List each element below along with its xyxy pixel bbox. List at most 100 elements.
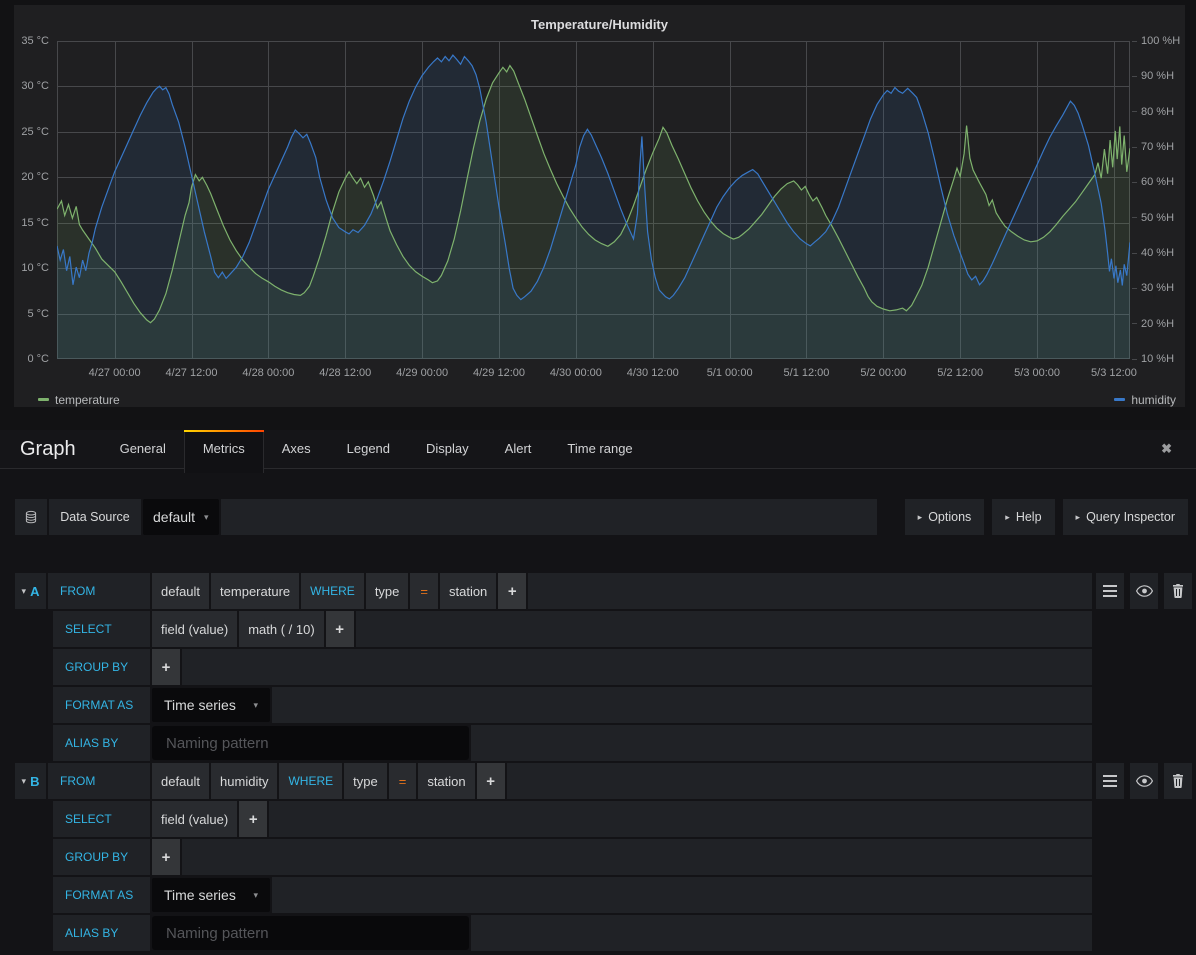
query-part[interactable]: default — [152, 763, 209, 799]
alias-by-input[interactable] — [152, 726, 469, 760]
query-part[interactable]: field (value) — [152, 801, 237, 837]
add-part-button[interactable]: + — [152, 839, 180, 875]
tab-metrics[interactable]: Metrics — [184, 430, 264, 473]
alias-by-input[interactable] — [152, 916, 469, 950]
row-indent — [15, 877, 51, 913]
row-indent — [15, 839, 51, 875]
keyword-label: FORMAT AS — [53, 877, 150, 913]
legend-item-temperature[interactable]: temperature — [38, 393, 120, 407]
legend-color-dash — [38, 398, 49, 401]
triangle-right-icon: ▸ — [918, 512, 923, 523]
y-axis-tick-label: 50 %H — [1132, 212, 1174, 224]
query-part[interactable]: default — [152, 573, 209, 609]
query-keyword-part[interactable]: WHERE — [279, 763, 342, 799]
row-indent — [15, 801, 51, 837]
legend: temperature humidity — [38, 393, 1176, 409]
select-value: Time series — [164, 887, 236, 903]
eye-icon[interactable] — [1130, 573, 1158, 609]
tab-display[interactable]: Display — [408, 430, 487, 468]
legend-color-dash — [1114, 398, 1125, 401]
add-part-button[interactable]: + — [152, 649, 180, 685]
eye-icon[interactable] — [1130, 763, 1158, 799]
x-axis-tick-label: 4/29 12:00 — [457, 367, 541, 379]
query-part[interactable]: station — [418, 763, 474, 799]
panel-type-title: Graph — [0, 430, 102, 468]
button-help[interactable]: ▸Help — [992, 499, 1054, 535]
plot-area[interactable] — [57, 41, 1130, 359]
metrics-editor: Data Source default ▾ ▸Options▸Help▸Quer… — [0, 469, 1196, 955]
y-axis-tick-label: 15 °C — [21, 217, 49, 229]
query-row-line: ALIAS BY — [15, 725, 1092, 761]
button-query-inspector[interactable]: ▸Query Inspector — [1063, 499, 1188, 535]
query-part[interactable]: station — [440, 573, 496, 609]
query-part[interactable]: field (value) — [152, 611, 237, 647]
query-row-line: GROUP BY+ — [15, 839, 1092, 875]
row-filler — [471, 725, 1092, 761]
operator-part[interactable]: = — [410, 573, 438, 609]
chevron-down-icon: ▾ — [253, 890, 258, 901]
datasource-select[interactable]: default ▾ — [143, 499, 219, 535]
add-part-button[interactable]: + — [239, 801, 267, 837]
format-as-select[interactable]: Time series ▾ — [152, 878, 270, 912]
menu-icon[interactable] — [1096, 763, 1124, 799]
row-indent — [15, 649, 51, 685]
tab-axes[interactable]: Axes — [264, 430, 329, 468]
tab-legend[interactable]: Legend — [329, 430, 408, 468]
row-filler — [182, 649, 1092, 685]
y-axis-tick-label: 80 %H — [1132, 106, 1174, 118]
query-a-row-select: SELECTfield (value)math ( / 10)+ — [15, 611, 1192, 647]
trash-icon[interactable] — [1164, 573, 1192, 609]
legend-item-humidity[interactable]: humidity — [1114, 393, 1176, 407]
query-part[interactable]: temperature — [211, 573, 299, 609]
button-options[interactable]: ▸Options — [905, 499, 985, 535]
row-filler — [182, 839, 1092, 875]
keyword-label: ALIAS BY — [53, 915, 150, 951]
x-axis-tick-label: 4/28 00:00 — [226, 367, 310, 379]
tab-general[interactable]: General — [102, 430, 184, 468]
query-part[interactable]: math ( / 10) — [239, 611, 323, 647]
keyword-label: FROM — [48, 763, 150, 799]
add-part-button[interactable]: + — [498, 573, 526, 609]
query-row-actions — [1096, 573, 1192, 609]
axis-tick-mark — [1132, 359, 1137, 360]
tab-time-range[interactable]: Time range — [549, 430, 650, 468]
query-row-line: SELECTfield (value)math ( / 10)+ — [15, 611, 1092, 647]
query-part[interactable]: humidity — [211, 763, 277, 799]
y-axis-tick-label: 5 °C — [27, 308, 49, 320]
keyword-label: SELECT — [53, 801, 150, 837]
axis-tick-mark — [1132, 288, 1137, 289]
query-keyword-part[interactable]: WHERE — [301, 573, 364, 609]
tab-alert[interactable]: Alert — [487, 430, 550, 468]
query-collapse-toggle[interactable]: ▾B — [15, 763, 46, 799]
database-icon — [15, 499, 47, 535]
panel-editor-tabbar: Graph GeneralMetricsAxesLegendDisplayAle… — [0, 430, 1196, 469]
format-as-select[interactable]: Time series▾ — [152, 688, 270, 722]
left-y-axis: 35 °C30 °C25 °C20 °C15 °C10 °C5 °C0 °C — [14, 41, 54, 359]
query-collapse-toggle[interactable]: ▾A — [15, 573, 46, 609]
axis-tick-mark — [1132, 76, 1137, 77]
trash-icon[interactable] — [1164, 763, 1192, 799]
datasource-value: default — [153, 509, 195, 525]
button-label: Help — [1016, 510, 1042, 524]
chevron-down-icon: ▾ — [253, 700, 258, 711]
operator-part[interactable]: = — [389, 763, 417, 799]
close-icon[interactable]: ✖ — [1161, 430, 1172, 468]
query-part[interactable]: type — [344, 763, 387, 799]
x-axis-tick-label: 5/1 12:00 — [764, 367, 848, 379]
x-axis-tick-label: 4/30 12:00 — [611, 367, 695, 379]
axis-tick-mark — [1132, 147, 1137, 148]
query-a-row-format-as: FORMAT ASTime series▾ — [15, 687, 1192, 723]
add-part-button[interactable]: + — [477, 763, 505, 799]
query-letter: B — [30, 774, 39, 789]
y-axis-tick-label: 100 %H — [1132, 35, 1180, 47]
axis-tick-mark — [1132, 111, 1137, 112]
add-part-button[interactable]: + — [326, 611, 354, 647]
menu-icon[interactable] — [1096, 573, 1124, 609]
row-filler — [471, 915, 1092, 951]
y-axis-tick-label: 60 %H — [1132, 176, 1174, 188]
y-axis-tick-label: 10 %H — [1132, 353, 1174, 365]
x-axis-tick-label: 4/28 12:00 — [303, 367, 387, 379]
query-row-line: ▾BFROMdefaulthumidityWHEREtype=station+ — [15, 763, 1092, 799]
query-part[interactable]: type — [366, 573, 409, 609]
triangle-right-icon: ▸ — [1076, 512, 1081, 523]
